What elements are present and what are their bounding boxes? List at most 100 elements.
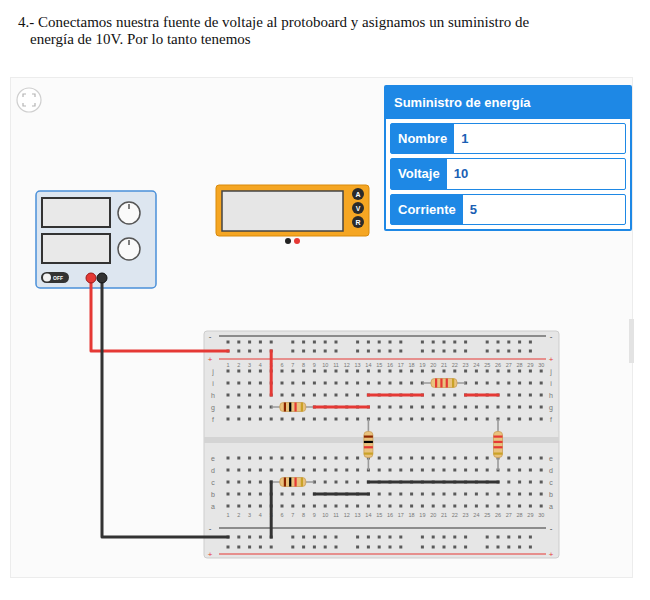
hole xyxy=(497,370,500,373)
probe-jack[interactable] xyxy=(294,238,300,244)
wire-line[interactable] xyxy=(91,278,228,351)
wire-line[interactable] xyxy=(314,493,368,496)
wire-line[interactable] xyxy=(368,481,498,484)
row-letter: g xyxy=(549,404,553,412)
circuit-canvas[interactable]: OFFAVR1122334455667788991010111112121313… xyxy=(10,77,633,578)
negative-terminal[interactable] xyxy=(97,273,107,283)
hole xyxy=(335,469,338,472)
meter-mode-button[interactable]: R xyxy=(352,216,364,228)
resistor[interactable] xyxy=(271,478,314,487)
hole xyxy=(356,394,359,397)
property-field[interactable]: 5 xyxy=(463,195,625,225)
meter-mode-button[interactable]: V xyxy=(352,202,364,214)
wire[interactable] xyxy=(466,395,498,396)
meter-mode-button[interactable]: A xyxy=(352,188,364,200)
resistor[interactable] xyxy=(494,419,503,470)
hole xyxy=(432,406,435,409)
hole xyxy=(486,406,489,409)
rail-hole xyxy=(464,350,467,353)
column-number: 2 xyxy=(237,512,240,518)
wire[interactable] xyxy=(102,278,228,537)
wire[interactable] xyxy=(271,482,272,537)
rail-hole xyxy=(367,546,370,549)
property-field[interactable]: 10 xyxy=(447,159,625,189)
hole xyxy=(529,505,532,508)
rail-hole xyxy=(432,341,435,344)
wire[interactable] xyxy=(271,351,272,395)
hole xyxy=(453,394,456,397)
wire-line[interactable] xyxy=(314,406,368,409)
knob[interactable] xyxy=(118,238,140,260)
hole xyxy=(356,505,359,508)
hole xyxy=(227,481,230,484)
positive-terminal[interactable] xyxy=(86,273,96,283)
side-handle[interactable] xyxy=(629,319,634,363)
wire-line[interactable] xyxy=(466,394,498,397)
hole xyxy=(345,457,348,460)
hole xyxy=(378,382,381,385)
wire-line[interactable] xyxy=(270,482,273,537)
hole xyxy=(291,418,294,421)
hole xyxy=(389,418,392,421)
column-number: 27 xyxy=(506,362,512,368)
wire[interactable] xyxy=(314,407,368,408)
multimeter[interactable]: AVR xyxy=(216,185,369,236)
hole xyxy=(507,382,510,385)
row-letter: f xyxy=(550,416,552,423)
wire[interactable] xyxy=(368,482,498,483)
hole xyxy=(237,457,240,460)
wire[interactable] xyxy=(314,494,368,495)
hole xyxy=(324,418,327,421)
wire-line[interactable] xyxy=(102,278,228,537)
color-band xyxy=(494,441,503,443)
column-number: 1 xyxy=(226,362,229,368)
rail-hole xyxy=(259,341,262,344)
hole xyxy=(475,493,478,496)
hole-grid xyxy=(227,341,543,549)
hole xyxy=(248,382,251,385)
hole xyxy=(270,457,273,460)
column-number: 10 xyxy=(322,362,328,368)
color-band xyxy=(494,453,503,455)
fullscreen-icon[interactable] xyxy=(17,88,41,112)
com-probe-jack[interactable] xyxy=(285,238,291,244)
rail-hole xyxy=(324,546,327,549)
power-supply[interactable]: OFF xyxy=(36,191,156,288)
row-letter: d xyxy=(211,467,215,474)
breadboard[interactable]: 1122334455667788991010111112121313141415… xyxy=(204,331,559,559)
resistor[interactable] xyxy=(364,419,373,470)
hole xyxy=(497,382,500,385)
hole xyxy=(291,382,294,385)
color-band xyxy=(364,446,373,448)
hole xyxy=(291,469,294,472)
resistor[interactable] xyxy=(271,403,314,412)
wire[interactable] xyxy=(368,395,422,396)
components[interactable] xyxy=(91,278,503,537)
hole xyxy=(518,406,521,409)
hole xyxy=(259,394,262,397)
hole xyxy=(345,418,348,421)
rail-hole xyxy=(432,546,435,549)
hole xyxy=(399,406,402,409)
hole xyxy=(410,370,413,373)
column-number: 3 xyxy=(248,362,251,368)
hole xyxy=(443,370,446,373)
hole xyxy=(227,505,230,508)
wire-line[interactable] xyxy=(270,351,273,395)
hole xyxy=(345,505,348,508)
hole xyxy=(399,418,402,421)
knob[interactable] xyxy=(118,202,140,224)
property-field[interactable]: 1 xyxy=(454,124,625,154)
wire[interactable] xyxy=(91,278,228,351)
rail-hole xyxy=(443,341,446,344)
hole xyxy=(227,406,230,409)
resistor[interactable] xyxy=(422,379,465,388)
row-letter: b xyxy=(211,491,215,498)
wire-line[interactable] xyxy=(368,394,422,397)
rail-hole xyxy=(335,536,338,539)
hole xyxy=(410,418,413,421)
power-switch[interactable]: OFF xyxy=(41,272,69,283)
column-number: 2 xyxy=(237,362,240,368)
rail-hole xyxy=(248,536,251,539)
rail-hole xyxy=(356,536,359,539)
